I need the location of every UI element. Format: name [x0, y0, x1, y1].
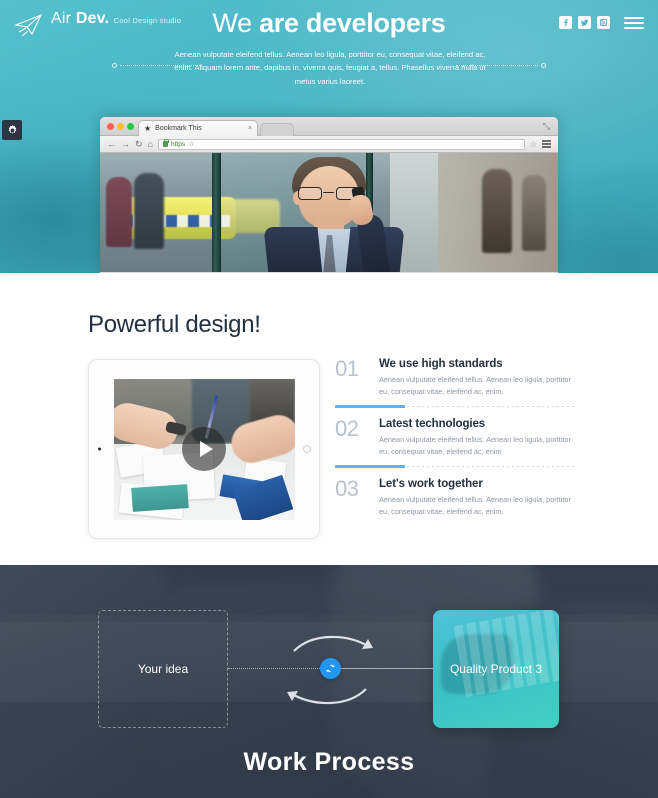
page-title: Powerful design! — [88, 311, 261, 338]
video-thumbnail[interactable] — [113, 378, 295, 520]
process-step-label: Quality Product 3 — [449, 662, 543, 676]
hero-title-thin: We — [212, 8, 252, 38]
feature-text: Aenean vulputate eleifend tellus. Aenean… — [379, 495, 571, 517]
curved-arrow-right-icon — [293, 635, 371, 652]
feature-number: 02 — [335, 416, 359, 442]
play-button-icon[interactable] — [182, 427, 226, 471]
feature-item-02[interactable]: 02 Latest technologies Aenean vulputate … — [335, 416, 575, 469]
curved-arrow-left-icon — [289, 688, 367, 705]
rss-icon[interactable] — [597, 16, 610, 29]
minimize-window-dot — [117, 123, 124, 130]
browser-tab-title: Bookmark This — [155, 125, 202, 132]
hero-subtitle: Aenean vulputate eleifend tellus. Aenean… — [174, 50, 486, 86]
star-icon: ★ — [144, 123, 152, 133]
process-step-label: Your idea — [137, 662, 189, 676]
browser-mockup: ★ Bookmark This × ⤡ ← → ↻ ⌂ https:// ☆ — [100, 117, 558, 273]
feature-list: 01 We use high standards Aenean vulputat… — [335, 358, 575, 538]
landing-page: Air Dev. Cool Design studio We are devel… — [0, 0, 658, 798]
feature-number: 01 — [335, 356, 359, 381]
powerful-design-section: Powerful design! 01 We use high standard… — [0, 273, 658, 565]
tablet-mockup — [88, 359, 320, 539]
new-tab-button[interactable] — [260, 123, 294, 136]
close-window-dot — [107, 123, 114, 130]
browser-tab[interactable]: ★ Bookmark This × — [138, 120, 258, 136]
maximize-window-dot — [127, 123, 134, 130]
settings-gear-badge[interactable] — [2, 120, 22, 140]
sync-refresh-icon[interactable] — [320, 658, 341, 679]
expand-icon[interactable]: ⤡ — [543, 122, 550, 131]
work-process-title: Work Process — [243, 748, 415, 776]
hero-decoration-right — [456, 62, 546, 69]
hero-section: Air Dev. Cool Design studio We are devel… — [0, 0, 658, 273]
feature-item-01[interactable]: 01 We use high standards Aenean vulputat… — [335, 356, 575, 409]
browser-navbar: ← → ↻ ⌂ https:// ☆ — [100, 136, 558, 153]
feature-number: 03 — [335, 476, 359, 502]
feature-heading: Latest technologies — [379, 418, 486, 431]
feature-heading: Let's work together — [379, 478, 483, 491]
hamburger-menu-icon[interactable] — [624, 16, 644, 29]
url-protocol: https — [170, 140, 186, 148]
process-step-your-idea[interactable]: Your idea — [98, 610, 228, 728]
header-actions — [559, 16, 644, 29]
facebook-icon[interactable] — [559, 16, 572, 29]
feature-text: Aenean vulputate eleifend tellus. Aenean… — [379, 375, 571, 397]
feature-text: Aenean vulputate eleifend tellus. Aenean… — [379, 435, 571, 457]
address-bar[interactable]: https:// — [157, 138, 525, 150]
hero-title-bold: are developers — [259, 8, 446, 38]
feature-item-03[interactable]: 03 Let's work together Aenean vulputate … — [335, 478, 575, 528]
lock-icon — [162, 138, 169, 147]
close-tab-icon[interactable]: × — [248, 125, 252, 132]
hero-decoration-left — [112, 62, 202, 69]
reload-icon[interactable]: ↻ — [135, 139, 143, 149]
window-controls[interactable] — [107, 123, 134, 130]
businessman-figure — [244, 157, 414, 272]
feature-heading: We use high standards — [379, 358, 503, 370]
bookmark-icon[interactable]: ☆ — [530, 140, 537, 149]
browser-menu-icon[interactable] — [542, 140, 551, 148]
browser-tabbar: ★ Bookmark This × ⤡ — [100, 117, 558, 136]
browser-hero-photo — [100, 153, 558, 272]
home-icon[interactable]: ⌂ — [148, 139, 153, 149]
gear-icon — [8, 124, 16, 134]
process-step-quality-product[interactable]: Quality Product 3 — [433, 610, 559, 728]
forward-icon[interactable]: → — [121, 139, 130, 149]
url-rest: :// — [188, 140, 194, 148]
twitter-icon[interactable] — [578, 16, 591, 29]
back-icon[interactable]: ← — [107, 139, 116, 149]
